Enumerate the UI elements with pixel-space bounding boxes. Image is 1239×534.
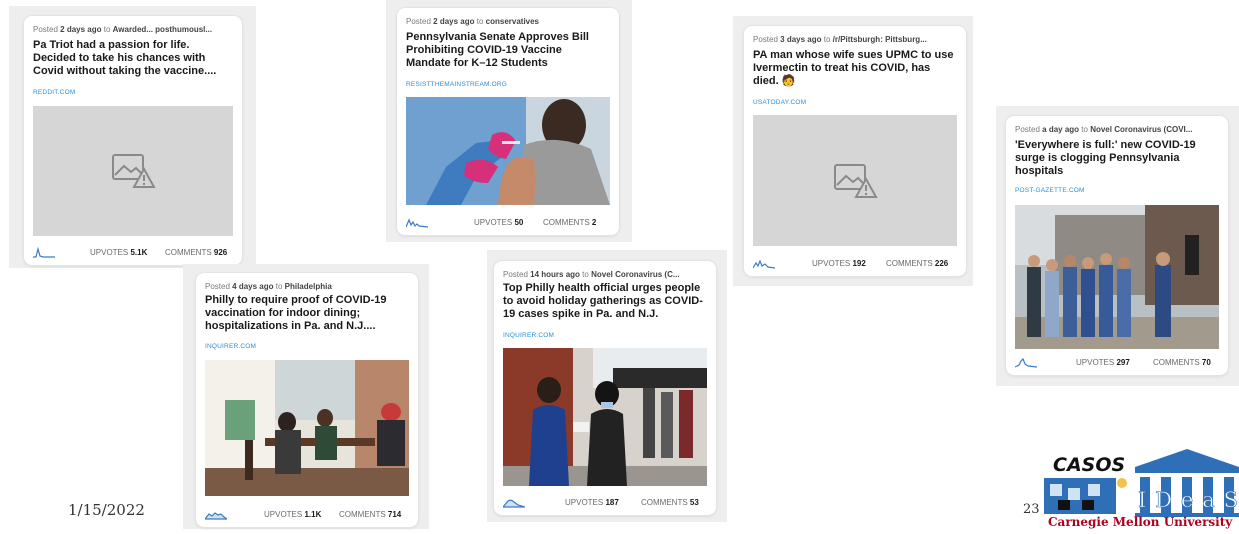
trend-sparkline-icon [406, 218, 428, 228]
community-link[interactable]: conservatives [486, 17, 539, 26]
post-domain[interactable]: INQUIRER.COM [205, 343, 256, 350]
post-title[interactable]: Pa Triot had a passion for life. Decided… [33, 39, 232, 78]
upvotes-count: UPVOTES 1.1K [264, 510, 322, 519]
trend-sparkline-icon [33, 246, 55, 258]
upvotes-count: UPVOTES 187 [565, 498, 619, 507]
vaccination-photo[interactable] [406, 97, 610, 205]
community-link[interactable]: Novel Coronavirus (COVI... [1090, 125, 1192, 134]
comments-count[interactable]: COMMENTS 53 [641, 498, 699, 507]
svg-text:CASOS: CASOS [1053, 454, 1125, 476]
post-domain[interactable]: USATODAY.COM [753, 99, 806, 106]
broken-image-icon[interactable] [753, 115, 957, 246]
post-title[interactable]: Top Philly health official urges people … [503, 282, 706, 321]
post-meta: Posted 2 days ago to Awarded... posthumo… [33, 25, 213, 34]
cmu-wordmark: Carnegie Mellon University [1048, 515, 1233, 529]
post-meta: Posted 2 days ago to conservatives [406, 17, 540, 26]
upvotes-count: UPVOTES 50 [474, 218, 524, 227]
post-title[interactable]: Philly to require proof of COVID-19 vacc… [205, 294, 408, 333]
testing-line-photo[interactable] [503, 348, 707, 486]
upvotes-count: UPVOTES 5.1K [90, 248, 148, 257]
post-card[interactable]: Posted 2 days ago to conservatives Penns… [397, 8, 619, 235]
trend-sparkline-icon [503, 499, 525, 508]
restaurant-dining-photo[interactable] [205, 360, 409, 496]
slide-date: 1/15/2022 [68, 501, 145, 519]
post-domain[interactable]: RESISTTHEMAINSTREAM.ORG [406, 81, 507, 88]
post-meta: Posted 4 days ago to Philadelphia [205, 282, 332, 291]
community-link[interactable]: /r/Pittsburgh: Pittsburg... [833, 35, 927, 44]
comments-count[interactable]: COMMENTS 926 [165, 248, 227, 257]
svg-text:IDeaS: IDeaS [1138, 488, 1238, 512]
post-meta: Posted 3 days ago to /r/Pittsburgh: Pitt… [753, 35, 927, 44]
post-meta: Posted 14 hours ago to Novel Coronavirus… [503, 270, 680, 279]
post-footer: UPVOTES 192 COMMENTS 226 [753, 257, 957, 269]
post-meta: Posted a day ago to Novel Coronavirus (C… [1015, 125, 1193, 134]
post-card[interactable]: Posted 14 hours ago to Novel Coronavirus… [494, 261, 716, 515]
comments-count[interactable]: COMMENTS 70 [1153, 358, 1211, 367]
press-conference-photo[interactable] [1015, 205, 1219, 349]
comments-count[interactable]: COMMENTS 2 [543, 218, 596, 227]
broken-image-icon[interactable] [33, 106, 233, 236]
slide-page-number: 23 [1023, 502, 1040, 517]
post-domain[interactable]: POST-GAZETTE.COM [1015, 187, 1085, 194]
trend-sparkline-icon [205, 512, 227, 520]
trend-sparkline-icon [753, 259, 775, 269]
community-link[interactable]: Philadelphia [285, 282, 332, 291]
post-title[interactable]: 'Everywhere is full:' new COVID-19 surge… [1015, 139, 1218, 178]
post-footer: UPVOTES 297 COMMENTS 70 [1015, 356, 1219, 368]
post-title[interactable]: PA man whose wife sues UPMC to use Iverm… [753, 49, 956, 88]
post-footer: UPVOTES 50 COMMENTS 2 [406, 216, 610, 228]
community-link[interactable]: Novel Coronavirus (C... [591, 270, 679, 279]
post-footer: UPVOTES 1.1K COMMENTS 714 [205, 508, 409, 520]
post-title[interactable]: Pennsylvania Senate Approves Bill Prohib… [406, 31, 609, 70]
emoji-icon: 🧑 [781, 75, 796, 87]
upvotes-count: UPVOTES 297 [1076, 358, 1130, 367]
post-footer: UPVOTES 187 COMMENTS 53 [503, 496, 707, 508]
post-card[interactable]: Posted 4 days ago to Philadelphia Philly… [196, 273, 418, 527]
comments-count[interactable]: COMMENTS 226 [886, 259, 948, 268]
post-card[interactable]: Posted 2 days ago to Awarded... posthumo… [24, 16, 242, 265]
post-card[interactable]: Posted a day ago to Novel Coronavirus (C… [1006, 116, 1228, 375]
post-domain[interactable]: INQUIRER.COM [503, 332, 554, 339]
community-link[interactable]: Awarded... posthumousl... [113, 25, 212, 34]
post-domain[interactable]: REDDIT.COM [33, 89, 75, 96]
trend-sparkline-icon [1015, 357, 1037, 368]
upvotes-count: UPVOTES 192 [812, 259, 866, 268]
post-footer: UPVOTES 5.1K COMMENTS 926 [33, 246, 233, 258]
post-card[interactable]: Posted 3 days ago to /r/Pittsburgh: Pitt… [744, 26, 966, 276]
comments-count[interactable]: COMMENTS 714 [339, 510, 401, 519]
